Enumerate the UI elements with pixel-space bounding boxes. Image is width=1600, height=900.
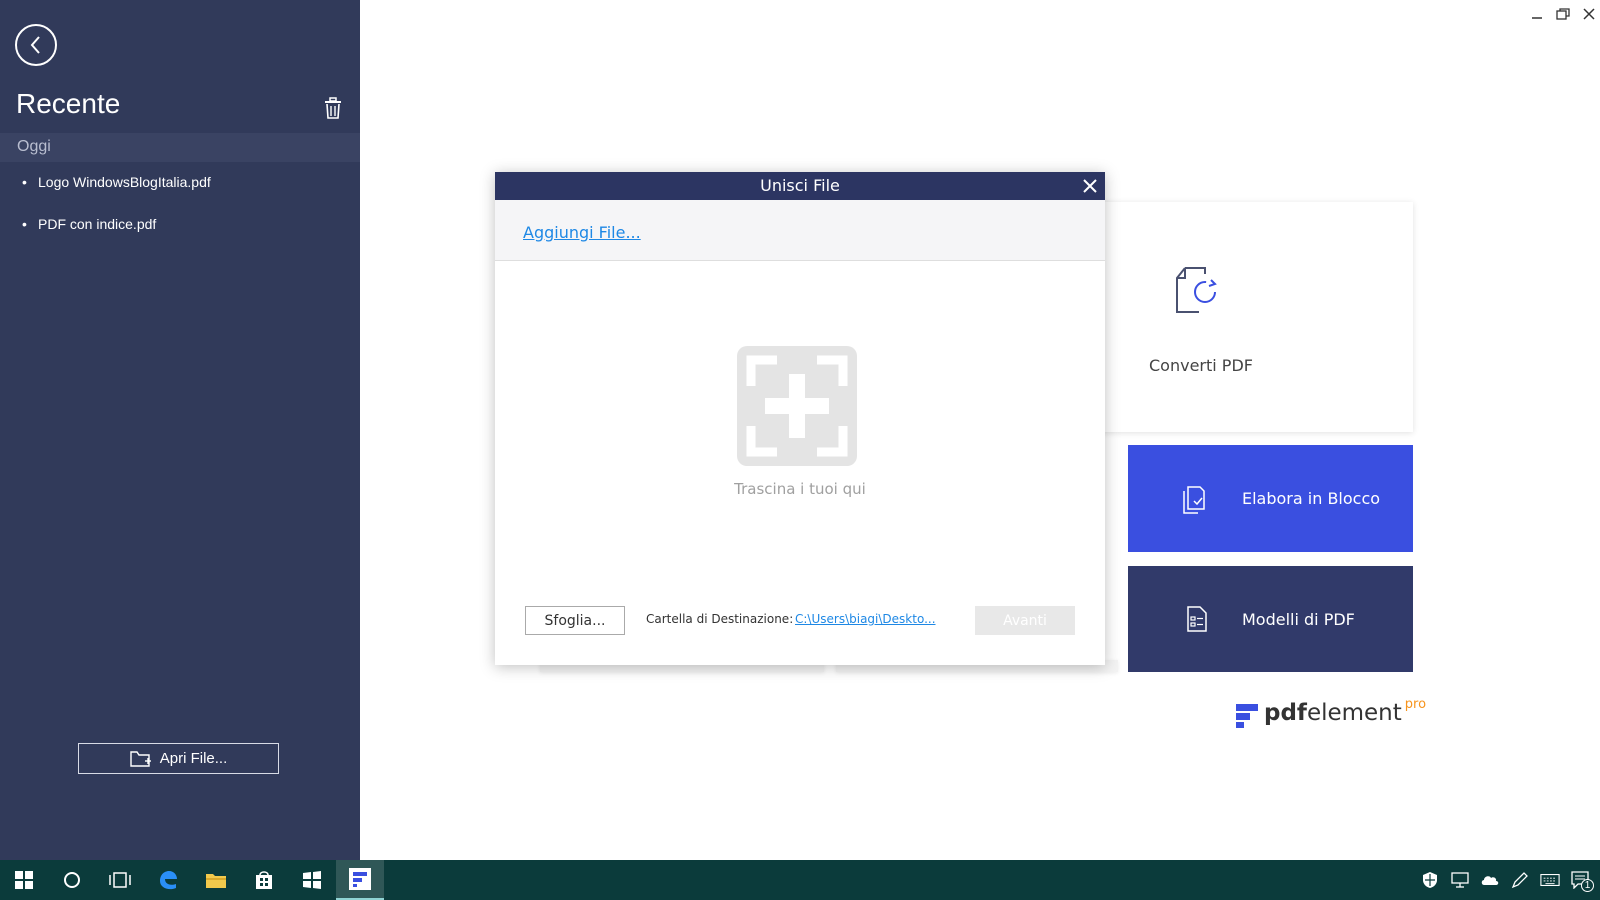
restore-button[interactable] bbox=[1552, 4, 1574, 24]
windows-app-button[interactable] bbox=[288, 860, 336, 900]
folder-add-icon bbox=[130, 750, 151, 767]
chevron-left-icon bbox=[30, 36, 40, 54]
batch-document-icon bbox=[1183, 485, 1205, 514]
bullet: • bbox=[22, 174, 27, 190]
cortana-circle-icon bbox=[64, 872, 80, 888]
dialog-title: Unisci File bbox=[760, 176, 840, 195]
keyboard-icon bbox=[1540, 874, 1560, 886]
logo-pro-badge: pro bbox=[1404, 697, 1427, 712]
edge-browser-button[interactable] bbox=[144, 860, 192, 900]
task-view-button[interactable] bbox=[96, 860, 144, 900]
merge-files-dialog: Unisci File Aggiungi File... Trascina i … bbox=[495, 172, 1105, 665]
network-tray-button[interactable] bbox=[1450, 870, 1470, 890]
network-monitor-icon bbox=[1451, 872, 1469, 888]
start-button[interactable] bbox=[0, 860, 48, 900]
store-button[interactable] bbox=[240, 860, 288, 900]
destination-path-link[interactable]: C:\Users\biagi\Deskto... bbox=[795, 612, 936, 626]
minimize-button[interactable] bbox=[1526, 4, 1548, 24]
back-button[interactable] bbox=[15, 24, 57, 66]
minimize-icon bbox=[1532, 17, 1542, 19]
open-file-label: Apri File... bbox=[159, 750, 228, 767]
close-window-button[interactable] bbox=[1578, 4, 1600, 24]
pen-icon bbox=[1511, 872, 1528, 889]
action-center-button[interactable]: 1 bbox=[1570, 870, 1594, 892]
recent-file-list: • Logo WindowsBlogItalia.pdf • PDF con i… bbox=[0, 172, 360, 256]
file-drop-area[interactable]: Trascina i tuoi qui bbox=[495, 262, 1105, 562]
windows-taskbar: 1 bbox=[0, 860, 1600, 900]
add-files-link[interactable]: Aggiungi File... bbox=[523, 223, 641, 242]
cloud-icon bbox=[1481, 876, 1499, 885]
store-bag-icon bbox=[256, 871, 272, 889]
pdfelement-taskbar-button[interactable] bbox=[336, 860, 384, 900]
batch-process-tile[interactable]: Elabora in Blocco bbox=[1128, 445, 1413, 552]
pdf-templates-tile[interactable]: Modelli di PDF bbox=[1128, 566, 1413, 672]
logo-text-regular: element bbox=[1306, 700, 1402, 726]
file-explorer-button[interactable] bbox=[192, 860, 240, 900]
destination-label: Cartella di Destinazione: bbox=[646, 612, 794, 626]
convert-pdf-tile[interactable]: Converti PDF bbox=[1089, 202, 1413, 432]
app-tiles-icon bbox=[303, 871, 321, 889]
recent-file-item[interactable]: • Logo WindowsBlogItalia.pdf bbox=[0, 172, 360, 214]
pdfelement-logo: pdfelement pro bbox=[1236, 697, 1427, 728]
recent-file-name: PDF con indice.pdf bbox=[38, 216, 157, 232]
recent-file-item[interactable]: • PDF con indice.pdf bbox=[0, 214, 360, 256]
close-icon bbox=[1583, 8, 1595, 20]
shield-icon bbox=[1423, 872, 1437, 888]
pdfelement-logo-icon bbox=[1236, 704, 1258, 728]
logo-text: pdfelement bbox=[1264, 700, 1402, 726]
template-document-icon bbox=[1187, 606, 1207, 632]
trash-icon[interactable] bbox=[322, 96, 344, 120]
security-tray-button[interactable] bbox=[1420, 870, 1440, 890]
system-tray: 1 bbox=[1420, 860, 1594, 900]
group-header-today: Oggi bbox=[0, 133, 360, 162]
drop-hint: Trascina i tuoi qui bbox=[734, 480, 866, 498]
next-button[interactable]: Avanti bbox=[975, 606, 1075, 635]
onedrive-tray-button[interactable] bbox=[1480, 870, 1500, 890]
convert-document-icon bbox=[1176, 267, 1217, 313]
restore-icon bbox=[1556, 8, 1570, 20]
window-controls bbox=[1526, 4, 1600, 24]
windows-logo-icon bbox=[15, 871, 33, 889]
pdfelement-app-icon bbox=[349, 868, 371, 890]
bullet: • bbox=[22, 216, 27, 232]
pdf-templates-label: Modelli di PDF bbox=[1242, 609, 1355, 629]
add-file-icon bbox=[737, 346, 857, 466]
cortana-button[interactable] bbox=[48, 860, 96, 900]
task-view-icon bbox=[109, 872, 131, 888]
folder-icon bbox=[206, 874, 226, 888]
recent-sidebar: Recente Oggi • Logo WindowsBlogItalia.pd… bbox=[0, 0, 360, 860]
open-file-button[interactable]: Apri File... bbox=[78, 743, 279, 774]
notification-count-badge: 1 bbox=[1581, 879, 1594, 892]
recent-file-name: Logo WindowsBlogItalia.pdf bbox=[38, 174, 211, 190]
dialog-toolbar: Aggiungi File... bbox=[495, 200, 1105, 261]
batch-process-label: Elabora in Blocco bbox=[1242, 489, 1381, 508]
browse-button[interactable]: Sfoglia... bbox=[525, 606, 625, 635]
pen-tray-button[interactable] bbox=[1510, 870, 1530, 890]
edge-browser-icon bbox=[160, 871, 177, 890]
close-icon[interactable] bbox=[1081, 177, 1099, 195]
convert-pdf-label: Converti PDF bbox=[1149, 356, 1253, 375]
keyboard-tray-button[interactable] bbox=[1540, 870, 1560, 890]
dialog-titlebar: Unisci File bbox=[495, 172, 1105, 200]
logo-text-bold: pdf bbox=[1264, 700, 1307, 726]
sidebar-title: Recente bbox=[16, 88, 121, 119]
